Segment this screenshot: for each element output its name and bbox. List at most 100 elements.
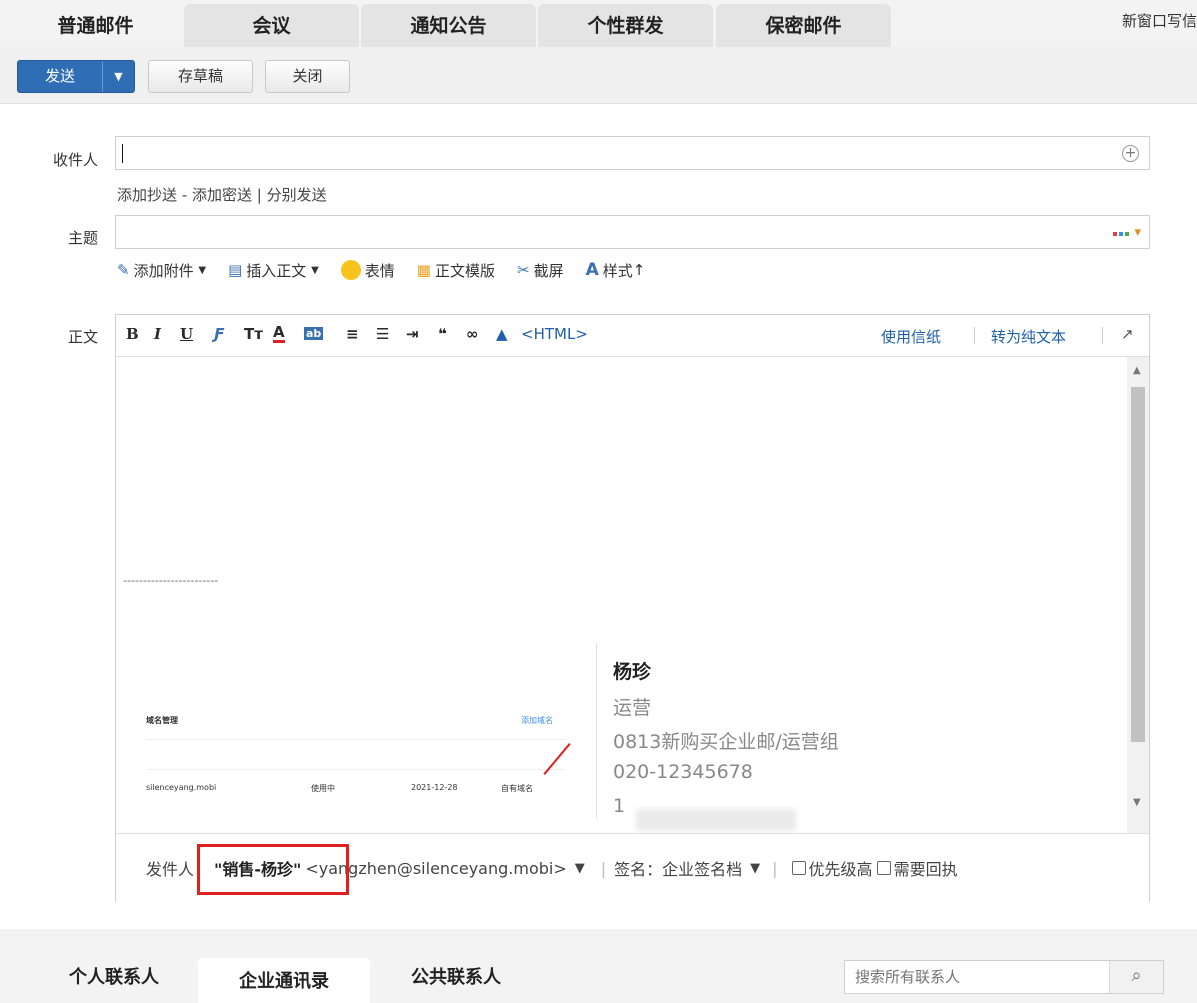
signature-name: 杨珍 <box>613 661 652 683</box>
scroll-up-icon[interactable]: ▲ <box>1133 365 1141 376</box>
list-icon[interactable]: ☰ <box>376 325 389 343</box>
chevron-down-icon: ▼ <box>311 264 319 276</box>
body-label: 正文 <box>67 328 98 346</box>
font-style-icon: A <box>585 260 599 280</box>
emoji-button[interactable]: 表情 <box>340 260 395 281</box>
send-dropdown-icon[interactable]: ▼ <box>103 61 134 92</box>
editor-toolbar: B I U Ƒ Tт A ab ≡ ☰ ⇥ ❝ ∞ ▲ <HTML> 使用信纸 … <box>116 315 1149 357</box>
signature-dropdown-icon[interactable]: ▼ <box>750 861 760 876</box>
underline-icon[interactable]: U <box>180 325 193 343</box>
plain-text-link[interactable]: 转为纯文本 <box>991 326 1066 347</box>
screenshot-label: 截屏 <box>533 261 564 280</box>
tab-personal-group[interactable]: 个性群发 <box>538 4 713 47</box>
scroll-thumb[interactable] <box>1131 387 1145 742</box>
document-icon: ▤ <box>228 261 243 279</box>
compose-form: 收件人 + 添加抄送 - 添加密送 | 分别发送 主题 ▾ ✎ 添加附件 ▼ ▤ 插… <box>0 104 1197 929</box>
recipient-label: 收件人 <box>52 151 98 169</box>
tab-public-contacts[interactable]: 公共联系人 <box>370 958 542 1003</box>
highlight-icon[interactable]: ab <box>304 327 324 340</box>
link-separator: | <box>251 186 267 204</box>
sender-bar: 发件人： "销售-杨珍" <yangzhen@silenceyang.mobi>… <box>116 833 1149 902</box>
screenshot-button[interactable]: ✂ 截屏 <box>517 260 564 281</box>
signature-divider <box>596 643 597 819</box>
priority-label: 优先级高 <box>808 860 873 879</box>
add-contact-icon[interactable]: + <box>1122 145 1139 162</box>
text-cursor <box>122 144 123 163</box>
smiley-icon <box>340 260 361 280</box>
quote-icon[interactable]: ❝ <box>438 325 447 343</box>
clear-format-icon[interactable]: Ƒ <box>214 325 224 343</box>
redacted-mobile <box>636 809 796 831</box>
style-button[interactable]: A 样式 ↑ <box>586 260 646 281</box>
tab-personal-contacts[interactable]: 个人联系人 <box>28 958 200 1003</box>
align-icon[interactable]: ≡ <box>346 325 359 343</box>
expand-icon[interactable]: ↗ <box>1121 325 1134 343</box>
signature-separator: ------------------------ <box>123 574 219 587</box>
signature-mobile: 1 <box>613 795 626 817</box>
add-cc-link[interactable]: 添加抄送 <box>117 186 177 204</box>
add-attachment-button[interactable]: ✎ 添加附件 ▼ <box>117 260 206 281</box>
font-color-icon[interactable]: A <box>273 325 285 343</box>
receipt-label: 需要回执 <box>893 860 958 879</box>
indent-icon[interactable]: ⇥ <box>406 325 419 343</box>
paint-icon[interactable]: ▲ <box>496 325 508 343</box>
add-bcc-link[interactable]: 添加密送 <box>192 186 252 204</box>
sig-img-title: 域名管理 <box>146 716 178 725</box>
sender-dropdown-icon[interactable]: ▼ <box>575 861 585 876</box>
insert-body-button[interactable]: ▤ 插入正文 ▼ <box>228 260 319 281</box>
tab-secret-mail[interactable]: 保密邮件 <box>716 4 891 47</box>
sig-img-line <box>146 739 566 740</box>
subject-color-icon[interactable]: ▾ <box>1112 225 1141 240</box>
editor-content[interactable]: ------------------------ 域名管理 添加域名 silen… <box>116 357 1128 833</box>
insert-body-label: 插入正文 <box>246 261 307 280</box>
italic-icon[interactable]: I <box>154 325 161 343</box>
bold-icon[interactable]: B <box>126 325 139 343</box>
html-mode-button[interactable]: <HTML> <box>521 325 588 343</box>
sig-img-domain: silenceyang.mobi <box>146 783 217 792</box>
priority-checkbox[interactable] <box>791 861 806 875</box>
sig-img-add: 添加域名 <box>521 716 553 725</box>
signature-select[interactable]: 企业签名档 <box>662 856 742 880</box>
stationery-link[interactable]: 使用信纸 <box>881 326 941 347</box>
attachment-bar: ✎ 添加附件 ▼ ▤ 插入正文 ▼ 表情 ▦ 正文模版 ✂ 截屏 A 样式 ↑ <box>117 259 667 281</box>
send-label[interactable]: 发送 <box>18 61 103 92</box>
close-button[interactable]: 关闭 <box>265 60 350 93</box>
tab-normal-mail[interactable]: 普通邮件 <box>8 4 183 47</box>
link-icon[interactable]: ∞ <box>466 325 479 343</box>
scroll-down-icon[interactable]: ▼ <box>1133 797 1141 808</box>
subject-input[interactable]: ▾ <box>115 215 1150 249</box>
highlight-box <box>197 844 349 895</box>
add-attachment-label: 添加附件 <box>133 261 194 280</box>
contact-search-input[interactable] <box>845 961 1105 993</box>
tab-notice[interactable]: 通知公告 <box>361 4 536 47</box>
contact-search: ⌕ <box>844 960 1164 994</box>
chevron-down-icon: ▼ <box>198 264 207 276</box>
template-icon: ▦ <box>416 261 431 279</box>
screenshot-icon: ✂ <box>516 261 530 279</box>
receipt-checkbox[interactable] <box>876 861 891 875</box>
template-button[interactable]: ▦ 正文模版 <box>417 260 495 281</box>
separator <box>974 327 975 344</box>
save-draft-button[interactable]: 存草稿 <box>148 60 253 93</box>
new-window-link[interactable]: 新窗口写信 <box>1122 10 1197 31</box>
send-button[interactable]: 发送 ▼ <box>17 60 135 93</box>
sig-img-source: 自有域名 <box>501 784 533 793</box>
sig-img-line <box>146 769 566 770</box>
emoji-label: 表情 <box>364 261 395 280</box>
separate-send-link[interactable]: 分别发送 <box>267 186 327 204</box>
separator: | <box>600 858 607 878</box>
separator <box>1102 327 1103 344</box>
recipient-input[interactable]: + <box>115 136 1150 170</box>
signature-phone: 020-12345678 <box>613 761 753 783</box>
signature-image: 域名管理 添加域名 silenceyang.mobi 使用中 2021-12-2… <box>136 657 576 827</box>
tab-corporate-directory[interactable]: 企业通讯录 <box>198 958 370 1003</box>
separator: | <box>772 858 778 878</box>
recipient-options: 添加抄送 - 添加密送 | 分别发送 <box>117 184 327 205</box>
search-icon[interactable]: ⌕ <box>1109 961 1163 993</box>
style-label: 样式 <box>602 261 633 280</box>
editor-scrollbar[interactable]: ▲ ▼ <box>1127 357 1149 833</box>
link-separator: - <box>177 186 192 204</box>
tab-meeting[interactable]: 会议 <box>184 4 359 47</box>
subject-label: 主题 <box>67 229 98 247</box>
font-size-icon[interactable]: Tт <box>244 325 263 343</box>
